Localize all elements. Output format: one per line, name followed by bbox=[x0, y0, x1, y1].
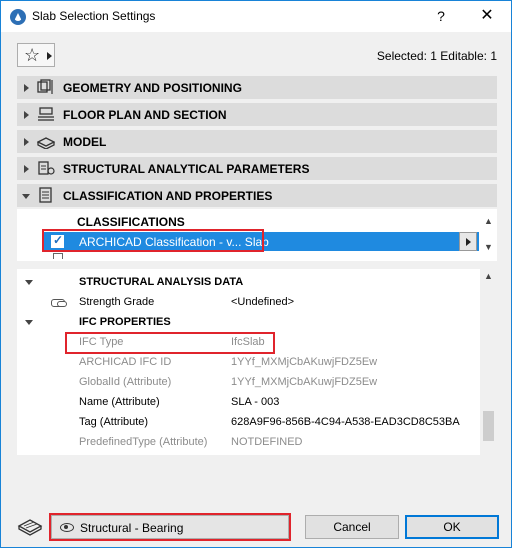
group-ifc-properties[interactable]: IFC PROPERTIES bbox=[17, 313, 480, 333]
expand-arrow-icon bbox=[24, 165, 29, 173]
property-label: Strength Grade bbox=[79, 296, 155, 308]
property-value: NOTDEFINED bbox=[231, 436, 303, 448]
classifications-header: CLASSIFICATIONS bbox=[77, 215, 185, 229]
property-row-archicad-ifc-id: ARCHICAD IFC ID 1YYf_MXMjCbAKuwjFDZ5Ew bbox=[17, 353, 480, 373]
property-label: Tag (Attribute) bbox=[79, 416, 149, 428]
properties-panel: STRUCTURAL ANALYSIS DATA Strength Grade … bbox=[17, 269, 497, 455]
slab-tool-icon bbox=[17, 519, 43, 536]
expand-arrow-icon bbox=[24, 138, 29, 146]
property-row-globalid: GlobalId (Attribute) 1YYf_MXMjCbAKuwjFDZ… bbox=[17, 373, 480, 393]
group-label: IFC PROPERTIES bbox=[79, 316, 171, 328]
property-row-predefined-type: PredefinedType (Attribute) NOTDEFINED bbox=[17, 433, 480, 453]
property-value[interactable]: <Undefined> bbox=[231, 296, 294, 308]
archicad-app-icon bbox=[10, 9, 26, 25]
scroll-up-icon[interactable]: ▲ bbox=[484, 216, 493, 226]
highlight-callout bbox=[49, 513, 291, 541]
section-label: MODEL bbox=[63, 135, 107, 149]
section-model[interactable]: MODEL bbox=[17, 130, 497, 153]
help-button[interactable]: ? bbox=[431, 5, 451, 27]
property-row-strength-grade[interactable]: Strength Grade <Undefined> bbox=[17, 293, 480, 313]
collapse-arrow-icon bbox=[25, 280, 33, 285]
geometry-icon bbox=[37, 79, 53, 94]
scroll-up-icon[interactable]: ▲ bbox=[484, 271, 493, 281]
properties-scrollbar[interactable]: ▲ bbox=[480, 269, 497, 455]
classification-row-partial bbox=[53, 253, 63, 259]
favorites-button[interactable]: ☆ bbox=[17, 43, 55, 67]
property-value: 1YYf_MXMjCbAKuwjFDZ5Ew bbox=[231, 376, 378, 388]
highlight-callout bbox=[42, 229, 264, 252]
property-row-tag[interactable]: Tag (Attribute) 628A9F96-856B-4C94-A538-… bbox=[17, 413, 480, 433]
floor-plan-icon bbox=[38, 107, 54, 121]
section-label: GEOMETRY AND POSITIONING bbox=[63, 81, 242, 95]
link-icon bbox=[51, 299, 67, 307]
section-structural-analytical-parameters[interactable]: STRUCTURAL ANALYTICAL PARAMETERS bbox=[17, 157, 497, 180]
expand-arrow-icon bbox=[24, 84, 29, 92]
property-value: 1YYf_MXMjCbAKuwjFDZ5Ew bbox=[231, 356, 378, 368]
ok-button[interactable]: OK bbox=[405, 515, 499, 539]
collapse-arrow-icon bbox=[25, 320, 33, 325]
window-title: Slab Selection Settings bbox=[32, 9, 156, 23]
title-bar: Slab Selection Settings ? ✕ bbox=[1, 1, 511, 32]
highlight-callout bbox=[65, 332, 275, 354]
star-icon: ☆ bbox=[24, 45, 41, 65]
classification-picker-button[interactable] bbox=[459, 232, 477, 251]
group-label: STRUCTURAL ANALYSIS DATA bbox=[79, 276, 244, 288]
collapse-arrow-icon bbox=[22, 194, 30, 199]
section-floor-plan-and-section[interactable]: FLOOR PLAN AND SECTION bbox=[17, 103, 497, 126]
property-label: PredefinedType (Attribute) bbox=[79, 436, 208, 448]
section-label: STRUCTURAL ANALYTICAL PARAMETERS bbox=[63, 162, 310, 176]
property-value[interactable]: 628A9F96-856B-4C94-A538-EAD3CD8C53BA bbox=[231, 416, 460, 428]
section-label: CLASSIFICATION AND PROPERTIES bbox=[63, 189, 273, 203]
group-structural-analysis-data[interactable]: STRUCTURAL ANALYSIS DATA bbox=[17, 273, 480, 293]
scrollbar-thumb[interactable] bbox=[483, 411, 494, 441]
property-value[interactable]: SLA - 003 bbox=[231, 396, 279, 408]
expand-arrow-icon bbox=[24, 111, 29, 119]
section-classification-and-properties[interactable]: CLASSIFICATION AND PROPERTIES bbox=[17, 184, 497, 207]
property-label: Name (Attribute) bbox=[79, 396, 160, 408]
scroll-down-icon[interactable]: ▼ bbox=[484, 242, 493, 252]
cancel-button[interactable]: Cancel bbox=[305, 515, 399, 539]
selection-count: Selected: 1 Editable: 1 bbox=[376, 49, 497, 63]
structural-icon bbox=[38, 161, 55, 175]
property-label: ARCHICAD IFC ID bbox=[79, 356, 172, 368]
close-button[interactable]: ✕ bbox=[475, 5, 499, 27]
section-geometry-and-positioning[interactable]: GEOMETRY AND POSITIONING bbox=[17, 76, 497, 99]
dialog-window: Slab Selection Settings ? ✕ ☆ Selected: … bbox=[0, 0, 512, 548]
chevron-right-icon bbox=[47, 52, 52, 60]
section-label: FLOOR PLAN AND SECTION bbox=[63, 108, 227, 122]
property-label: GlobalId (Attribute) bbox=[79, 376, 172, 388]
classification-icon bbox=[39, 187, 52, 203]
model-icon bbox=[37, 137, 55, 149]
property-row-name[interactable]: Name (Attribute) SLA - 003 bbox=[17, 393, 480, 413]
